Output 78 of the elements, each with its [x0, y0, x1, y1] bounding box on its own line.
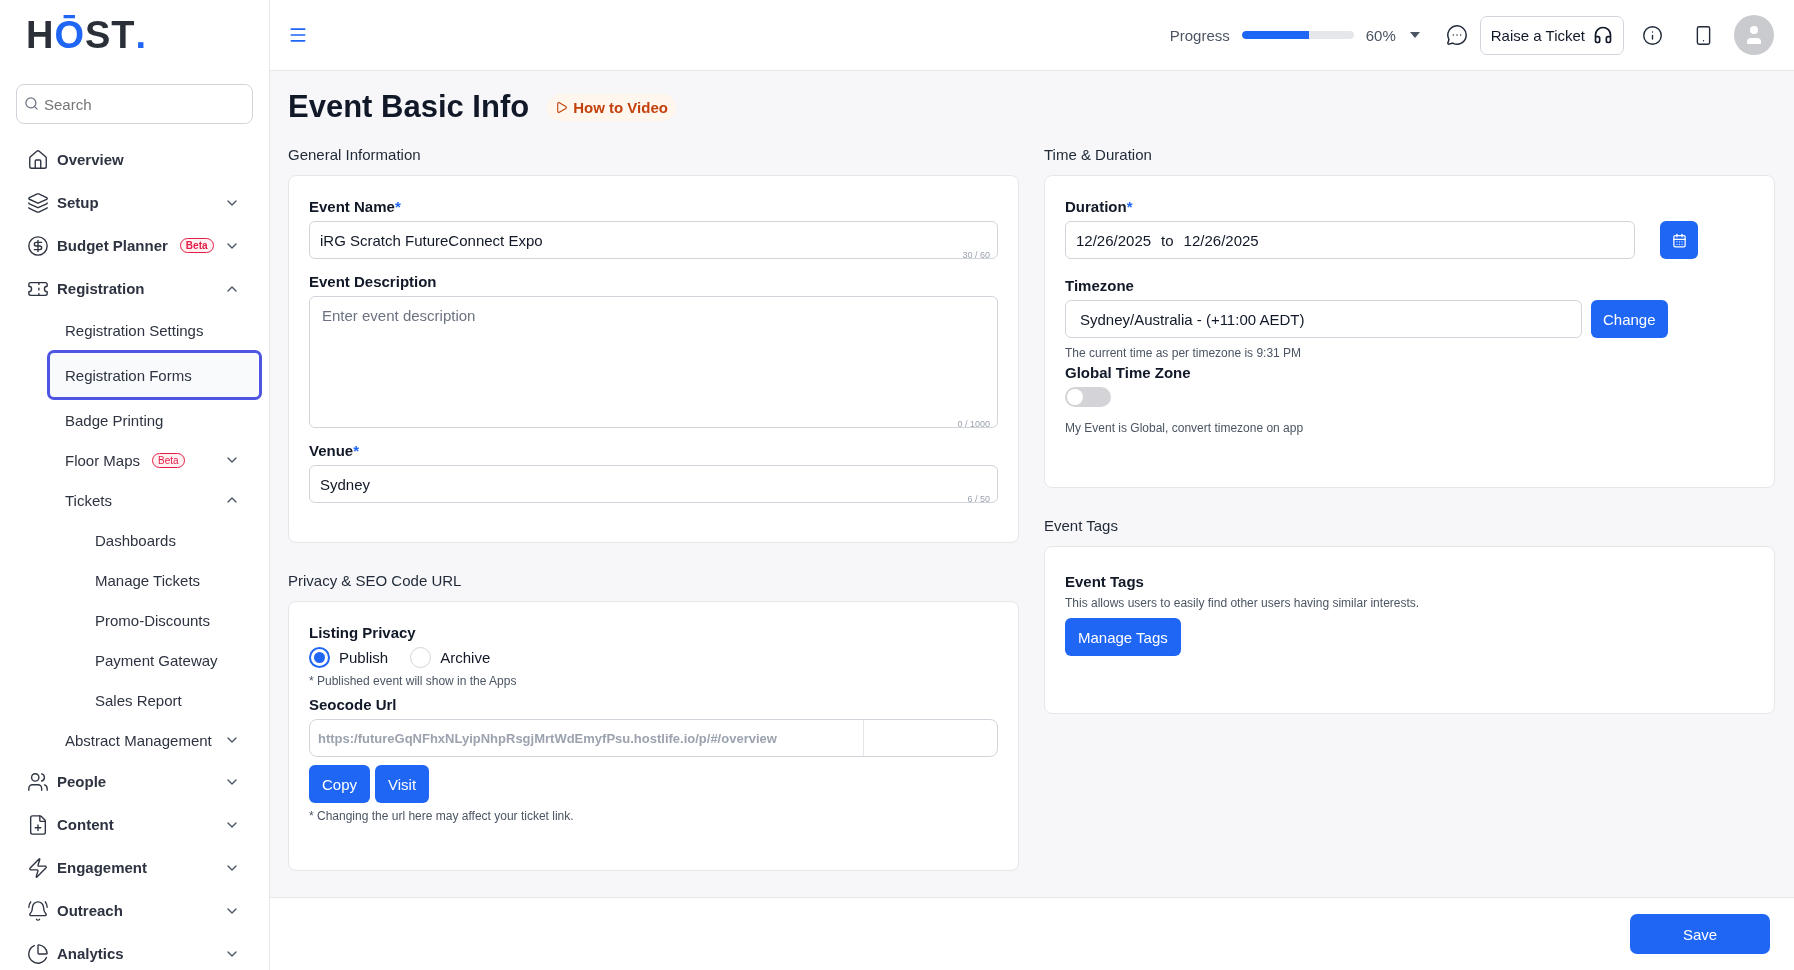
date-range-field[interactable]: 12/26/2025 to 12/26/2025 [1065, 221, 1635, 259]
field-label: Global Time Zone [1065, 364, 1192, 381]
nav-item[interactable]: People [16, 760, 253, 803]
field-label: Seocode Url [309, 696, 398, 713]
nav-item[interactable]: Manage Tickets [16, 560, 253, 600]
card-title: Event Tags [1065, 573, 1145, 590]
save-button[interactable]: Save [1630, 914, 1770, 954]
search-field[interactable]: Search [16, 84, 253, 124]
pie-chart-icon [27, 942, 49, 965]
nav-item[interactable]: Promo-Discounts [16, 600, 253, 640]
nav-item[interactable]: Content [16, 803, 253, 846]
radio-option[interactable]: Publish [309, 647, 389, 668]
copy-button[interactable]: Copy [309, 765, 371, 803]
chat-icon[interactable] [1445, 24, 1468, 46]
nav-item[interactable]: Registration Settings [16, 310, 253, 350]
helper-text: My Event is Global, convert timezone on app [1065, 421, 1305, 435]
nav-item[interactable]: Registration [16, 267, 253, 310]
nav-item[interactable]: Dashboards [16, 520, 253, 560]
nav-item[interactable]: Sales Report [16, 680, 253, 720]
nav-item[interactable]: Setup [16, 181, 253, 224]
visit-button[interactable]: Visit [375, 765, 430, 803]
section-heading: Time & Duration [1044, 144, 1153, 165]
headphones-icon [1593, 25, 1613, 45]
calendar-icon [1671, 232, 1687, 248]
beta-badge: Beta [179, 238, 214, 253]
nav-item[interactable]: Budget Planner Beta [16, 224, 253, 267]
nav-item[interactable]: Tickets [16, 480, 253, 520]
nav-item[interactable]: Analytics [16, 932, 253, 970]
layers-icon [27, 191, 49, 214]
search-icon [24, 96, 39, 111]
how-to-video-link[interactable]: How to Video [547, 93, 676, 121]
field-label: Timezone [1065, 277, 1135, 294]
nav-item[interactable]: Overview [16, 138, 253, 181]
progress-label: Progress [1169, 26, 1230, 44]
helper-text: * Changing the url here may affect your ticket link. [309, 809, 575, 823]
dollar-icon [27, 234, 49, 257]
home-icon [27, 148, 49, 171]
raise-ticket-button[interactable]: Raise a Ticket [1479, 15, 1624, 55]
caret-icon[interactable] [1409, 32, 1420, 38]
field-label: Event Description [309, 273, 438, 290]
character-counter: 30 / 60 [962, 250, 990, 260]
page-title: Event Basic Info [288, 89, 530, 125]
nav-item[interactable]: Outreach [16, 889, 253, 932]
logo: HŌST. [25, 12, 149, 58]
nav-item[interactable]: Badge Printing [16, 400, 253, 440]
nav-item[interactable]: Registration Forms [47, 350, 262, 400]
bell-icon [27, 899, 49, 922]
section-heading: General Information [288, 144, 422, 165]
beta-badge: Beta [152, 452, 185, 468]
field-label: Duration* [1065, 198, 1134, 215]
timezone-field[interactable]: Sydney/Australia - (+11:00 AEDT) [1065, 300, 1582, 338]
progress-reading: 60% [1365, 26, 1396, 44]
character-counter: 6 / 50 [967, 494, 990, 504]
nav-item[interactable]: Payment Gateway [16, 640, 253, 680]
character-counter: 0 / 1000 [957, 419, 990, 429]
field-label: Event Name* [309, 198, 402, 215]
toggle-switch[interactable] [1065, 387, 1111, 407]
document-plus-icon [27, 813, 49, 836]
field-label: Listing Privacy [309, 624, 417, 641]
manage-tags-button[interactable]: Manage Tags [1065, 618, 1181, 656]
calendar-button[interactable] [1660, 221, 1698, 259]
nav-item[interactable]: Engagement [16, 846, 253, 889]
helper-text: * Published event will show in the Apps [309, 674, 518, 688]
nav-item[interactable]: Abstract Management [16, 720, 253, 760]
section-heading: Event Tags [1044, 515, 1119, 536]
nav-item[interactable]: Floor Maps Beta [16, 440, 253, 480]
menu-icon[interactable] [288, 25, 308, 45]
radio-button[interactable] [309, 647, 330, 668]
helper-text: This allows users to easily find other users having similar interests. [1065, 596, 1421, 610]
field-label: Venue* [309, 442, 361, 459]
info-icon[interactable] [1642, 24, 1663, 46]
radio-option[interactable]: Archive [410, 647, 491, 668]
play-icon [555, 100, 569, 114]
lightning-icon [27, 856, 49, 879]
people-icon [27, 770, 49, 793]
change-button[interactable]: Change [1591, 300, 1668, 338]
section-heading: Privacy & SEO Code URL [288, 570, 463, 591]
current-time-text: The current time as per timezone is 9:31 PM [1065, 346, 1303, 360]
